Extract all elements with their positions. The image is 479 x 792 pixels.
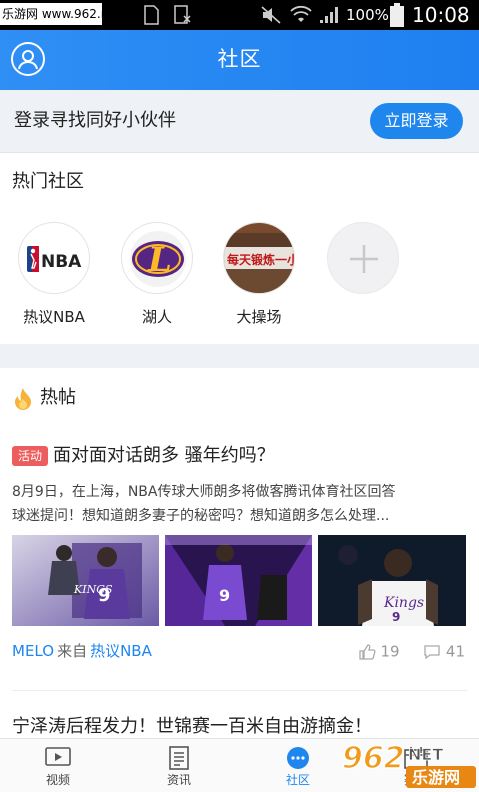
post-title-row[interactable]: 活动 面对面对话朗多 骚年约吗？ xyxy=(12,442,275,470)
login-banner: 登录寻找同好小伙伴 立即登录 xyxy=(0,90,479,153)
post-board-link[interactable]: 热议NBA xyxy=(90,642,152,660)
sim-card-icon xyxy=(143,5,159,32)
event-tag: 活动 xyxy=(12,446,49,466)
nav-label: 视频 xyxy=(45,773,70,787)
excerpt-line-1: 8月9日，在上海，NBA传球大师朗多将做客腾讯体育社区回答 xyxy=(12,484,396,500)
add-community-button[interactable] xyxy=(326,222,400,294)
community-item-nba[interactable]: NBA 热议NBA xyxy=(17,222,91,328)
watermark-text: 乐游网 www.962.net xyxy=(0,3,102,25)
community-item-playground[interactable]: 每天锻炼一小时 大操场 xyxy=(222,222,296,328)
nav-label: 资讯 xyxy=(166,773,191,787)
post-stats: 19 41 xyxy=(358,640,465,663)
community-item-lakers[interactable]: L 湖人 xyxy=(120,222,194,328)
svg-text:9: 9 xyxy=(219,586,230,605)
post-thumbnail-2[interactable]: 9 xyxy=(165,535,312,626)
post-thumbnail-1[interactable]: 9 KINGS xyxy=(12,535,159,626)
svg-text:乐游网: 乐游网 xyxy=(412,768,460,787)
svg-text:KINGS: KINGS xyxy=(73,583,113,596)
comment-count: 41 xyxy=(445,642,465,661)
hot-posts-title: 热帖 xyxy=(40,387,76,408)
battery-percent: 100% xyxy=(346,6,389,24)
community-label: 热议NBA xyxy=(23,308,85,326)
svg-text:L: L xyxy=(147,240,172,280)
post-author-link[interactable]: MELO xyxy=(12,642,54,660)
login-prompt: 登录寻找同好小伙伴 xyxy=(14,110,176,131)
from-label: 来自 xyxy=(57,642,88,660)
post-divider xyxy=(12,690,467,691)
post-meta: MELO 来自 热议NBA xyxy=(12,640,152,662)
video-icon xyxy=(45,747,71,766)
screenshot-icon xyxy=(174,5,192,32)
svg-text:每天锻炼一小时: 每天锻炼一小时 xyxy=(227,252,295,267)
excerpt-line-2: 球迷提问！想知道朗多妻子的秘密吗？想知道朗多怎么处理... xyxy=(12,508,390,524)
svg-text:NBA: NBA xyxy=(41,252,82,272)
clock: 10:08 xyxy=(412,3,470,27)
nav-news[interactable]: 资讯 xyxy=(139,745,219,789)
comment-icon[interactable] xyxy=(423,643,441,661)
thumbs-up-icon[interactable] xyxy=(358,643,376,661)
nav-community[interactable]: 社区 xyxy=(258,745,338,789)
svg-text:9: 9 xyxy=(392,610,400,624)
wifi-icon xyxy=(290,5,312,32)
nav-label: 社区 xyxy=(285,773,310,787)
nba-logo: NBA xyxy=(18,222,90,294)
news-icon xyxy=(169,746,189,770)
status-bar: 乐游网 www.962.net 100% 10:08 xyxy=(0,0,479,30)
like-count: 19 xyxy=(380,642,400,661)
post-title[interactable]: 面对面对话朗多 骚年约吗？ xyxy=(53,442,275,470)
svg-text:Kings: Kings xyxy=(383,595,424,611)
lakers-logo: L xyxy=(121,222,193,294)
post-excerpt[interactable]: 8月9日，在上海，NBA传球大师朗多将做客腾讯体育社区回答 球迷提问！想知道朗多… xyxy=(12,480,467,528)
app-header: 社区 xyxy=(0,30,479,90)
svg-text:NET: NET xyxy=(408,745,443,764)
signal-icon xyxy=(318,5,340,32)
community-icon xyxy=(287,747,309,769)
community-label: 湖人 xyxy=(141,308,172,326)
community-label: 大操场 xyxy=(236,308,282,326)
flame-icon xyxy=(15,388,31,410)
post-title[interactable]: 宁泽涛后程发力！世锦赛一百米自由游摘金！ xyxy=(12,713,372,741)
playground-logo: 每天锻炼一小时 xyxy=(223,222,295,294)
plus-icon xyxy=(350,245,378,273)
hot-communities-title: 热门社区 xyxy=(12,171,84,192)
page-title: 社区 xyxy=(217,47,262,71)
section-divider xyxy=(0,344,479,368)
login-button[interactable]: 立即登录 xyxy=(370,103,463,139)
post-thumbnail-3[interactable]: Kings 9 xyxy=(318,535,466,626)
nav-video[interactable]: 视频 xyxy=(18,745,98,789)
svg-text:962: 962 xyxy=(342,741,405,776)
mute-icon xyxy=(260,5,282,32)
962-watermark-logo: 962 NET 乐游网 xyxy=(340,738,479,792)
